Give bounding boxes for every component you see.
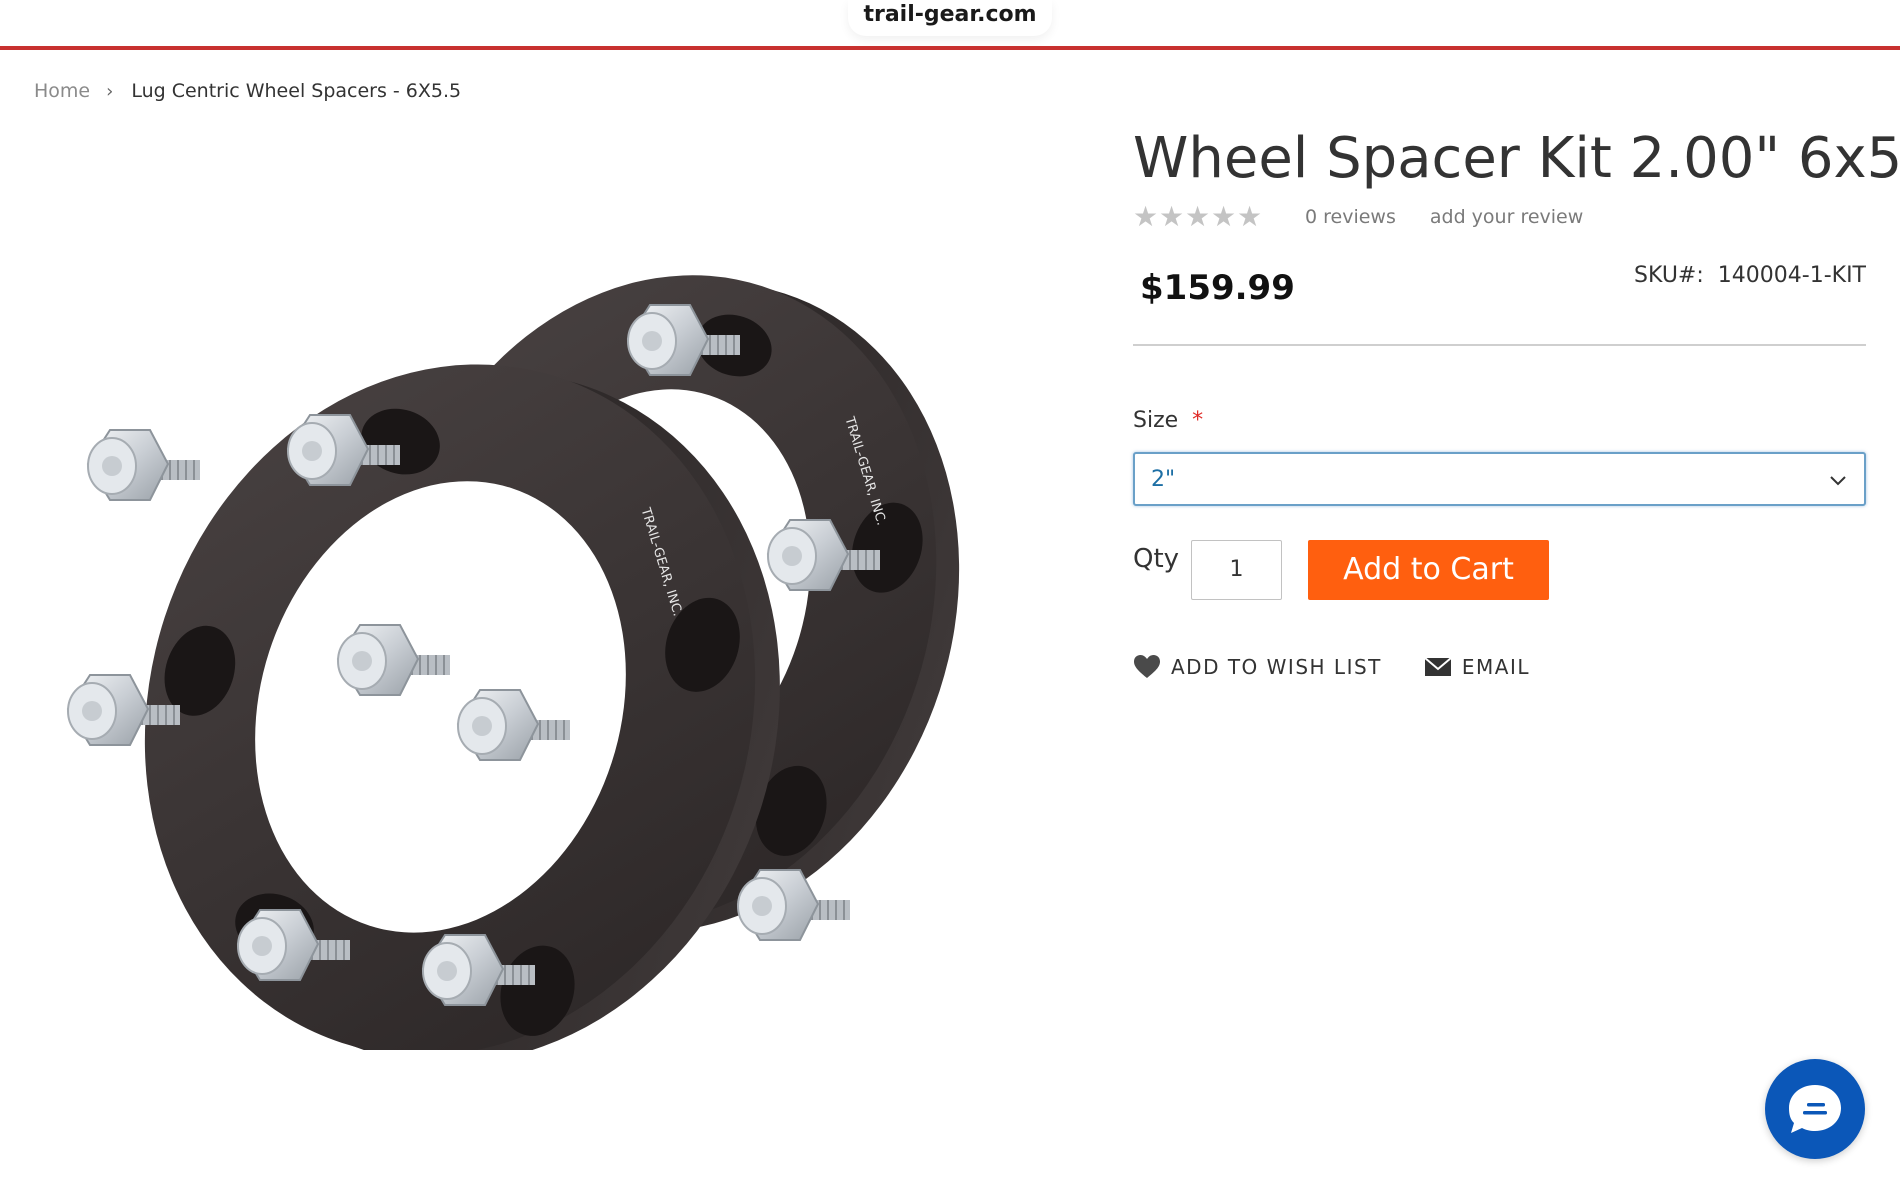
reviews-count-link[interactable]: 0 reviews: [1305, 206, 1396, 228]
size-option-label: Size *: [1133, 408, 1203, 433]
star-icon: ★: [1211, 200, 1237, 233]
add-review-link[interactable]: add your review: [1430, 206, 1583, 228]
star-icon: ★: [1185, 200, 1211, 233]
required-asterisk: *: [1192, 408, 1204, 433]
product-title: Wheel Spacer Kit 2.00" 6x5.5: [1133, 126, 1900, 191]
wheel-spacer-illustration: TRAIL-GEAR, INC. TRAIL-GEAR, INC.: [67, 275, 960, 1064]
url-text[interactable]: trail-gear.com: [848, 0, 1052, 36]
heart-icon: [1134, 655, 1160, 678]
product-price: $159.99: [1140, 268, 1295, 308]
sku-value: 140004-1-KIT: [1717, 263, 1866, 288]
star-icon: ★: [1133, 200, 1159, 233]
header-accent-line: [0, 46, 1900, 50]
email-label: EMAIL: [1461, 655, 1530, 679]
product-sku: SKU#: 140004-1-KIT: [1634, 263, 1866, 288]
breadcrumb-home-link[interactable]: Home: [34, 80, 90, 102]
qty-label: Qty: [1133, 544, 1180, 574]
size-select[interactable]: 2": [1133, 452, 1866, 506]
envelope-icon: [1424, 657, 1452, 676]
breadcrumb-separator-icon: ›: [106, 80, 114, 102]
browser-url-bar: trail-gear.com: [0, 0, 1900, 49]
sku-label: SKU#:: [1634, 263, 1704, 288]
chevron-down-icon: [1830, 476, 1846, 486]
size-label-text: Size: [1133, 408, 1179, 433]
qty-input[interactable]: 1: [1191, 540, 1282, 600]
chat-button[interactable]: [1765, 1059, 1865, 1159]
chat-icon: [1789, 1085, 1841, 1133]
add-to-wishlist-link[interactable]: ADD TO WISH LIST: [1133, 654, 1382, 680]
breadcrumb: Home › Lug Centric Wheel Spacers - 6X5.5: [34, 80, 461, 102]
rating-stars: ★ ★ ★ ★ ★: [1133, 200, 1263, 233]
email-link[interactable]: EMAIL: [1424, 655, 1530, 679]
size-selected-value: 2": [1151, 466, 1176, 492]
product-image[interactable]: TRAIL-GEAR, INC. TRAIL-GEAR, INC.: [60, 230, 1020, 1064]
divider: [1133, 344, 1866, 346]
product-actions: ADD TO WISH LIST EMAIL: [1133, 654, 1530, 680]
rating-summary: ★ ★ ★ ★ ★ 0 reviews add your review: [1133, 200, 1583, 233]
add-to-cart-button[interactable]: Add to Cart: [1308, 540, 1549, 600]
star-icon: ★: [1159, 200, 1185, 233]
breadcrumb-current: Lug Centric Wheel Spacers - 6X5.5: [131, 80, 462, 102]
star-icon: ★: [1237, 200, 1263, 233]
wishlist-label: ADD TO WISH LIST: [1171, 655, 1382, 679]
